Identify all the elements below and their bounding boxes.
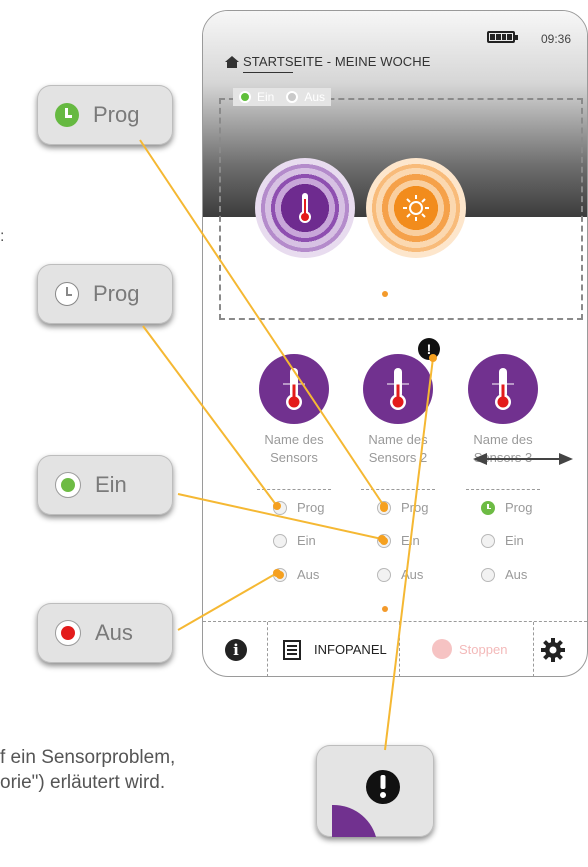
sensor-1-name: Name des Sensors <box>264 432 324 465</box>
radio-on[interactable] <box>273 533 287 548</box>
radio-on-icon <box>55 472 81 498</box>
clock-outline-icon <box>55 282 79 306</box>
sensor-1-on-option[interactable]: Ein <box>273 533 316 548</box>
callout-prog-inactive: Prog <box>37 264 173 324</box>
radio-prog[interactable] <box>377 500 391 515</box>
radio-prog[interactable] <box>273 500 287 515</box>
stop-button[interactable]: Stoppen <box>459 642 507 657</box>
sensor-2-name: Name des Sensors 2 <box>368 432 428 465</box>
sensor-1-off-option[interactable]: Aus <box>273 567 319 582</box>
toolbar-divider <box>267 622 268 676</box>
mode-on-label: Ein <box>257 90 275 104</box>
caption-line-2: orie") erläutert wird. <box>0 772 166 793</box>
radio-on[interactable] <box>481 533 495 548</box>
sensor-3-off-option[interactable]: Aus <box>481 567 527 582</box>
infopanel-icon[interactable] <box>283 640 301 660</box>
alert-zoom-graphic <box>332 770 400 837</box>
alert-icon[interactable]: ! <box>418 338 440 360</box>
sun-ring[interactable] <box>366 158 466 258</box>
sensor-3-prog-option[interactable]: Prog <box>481 500 532 515</box>
thermometer-icon <box>387 368 409 410</box>
alert-zoom-callout <box>316 745 434 837</box>
sun-icon <box>403 195 429 221</box>
prog-clock-icon[interactable] <box>481 500 495 515</box>
toolbar-divider <box>533 622 534 676</box>
mode-off-radio[interactable] <box>286 91 299 103</box>
stop-icon[interactable] <box>432 639 452 659</box>
sensor-page-indicator <box>382 606 388 612</box>
infopanel-button[interactable]: INFOPANEL <box>314 642 387 657</box>
bottom-toolbar: i INFOPANEL Stoppen <box>203 621 587 676</box>
sensor-1-divider <box>257 489 331 490</box>
callout-prog-active: Prog <box>37 85 173 145</box>
thermometer-icon <box>492 368 514 410</box>
mode-off-label: Aus <box>304 90 326 104</box>
phone-screen: 09:36 STARTSEITE - MEINE WOCHE Ein Aus N… <box>202 10 588 677</box>
thermometer-icon <box>283 368 305 410</box>
sensor-1-prog-option[interactable]: Prog <box>273 500 324 515</box>
callout-on: Ein <box>37 455 173 515</box>
clock-icon <box>55 103 79 127</box>
hero-page-indicator <box>382 291 388 297</box>
caption-line-1: f ein Sensorproblem, <box>0 747 176 768</box>
sensor-3-icon[interactable] <box>468 354 538 424</box>
home-icon[interactable] <box>225 56 239 68</box>
sensor-2-icon[interactable] <box>363 354 433 424</box>
radio-off[interactable] <box>481 567 495 582</box>
clipped-text-fragment: : <box>0 228 5 245</box>
sensor-3-on-option[interactable]: Ein <box>481 533 524 548</box>
sensor-1-icon[interactable] <box>259 354 329 424</box>
swipe-arrow-icon <box>473 453 573 465</box>
sensor-2-divider <box>361 489 435 490</box>
mode-toggle: Ein Aus <box>233 88 332 106</box>
radio-on[interactable] <box>377 533 391 548</box>
radio-off-icon <box>55 620 81 646</box>
info-icon[interactable]: i <box>225 639 247 661</box>
sensor-2-on-option[interactable]: Ein <box>377 533 420 548</box>
battery-icon <box>487 31 518 43</box>
thermometer-icon <box>299 193 311 223</box>
sensor-3-divider <box>466 489 540 490</box>
page-title: STARTSEITE - MEINE WOCHE <box>243 54 431 69</box>
callout-off: Aus <box>37 603 173 663</box>
toolbar-divider <box>399 622 400 676</box>
sensor-2-prog-option[interactable]: Prog <box>377 500 428 515</box>
mode-on-radio[interactable] <box>239 91 251 103</box>
radio-off[interactable] <box>377 567 391 582</box>
title-underline <box>243 72 293 73</box>
sensor-2-off-option[interactable]: Aus <box>377 567 423 582</box>
temperature-ring[interactable] <box>255 158 355 258</box>
radio-off[interactable] <box>273 567 287 582</box>
status-time: 09:36 <box>541 32 572 46</box>
gear-icon[interactable] <box>541 638 565 662</box>
